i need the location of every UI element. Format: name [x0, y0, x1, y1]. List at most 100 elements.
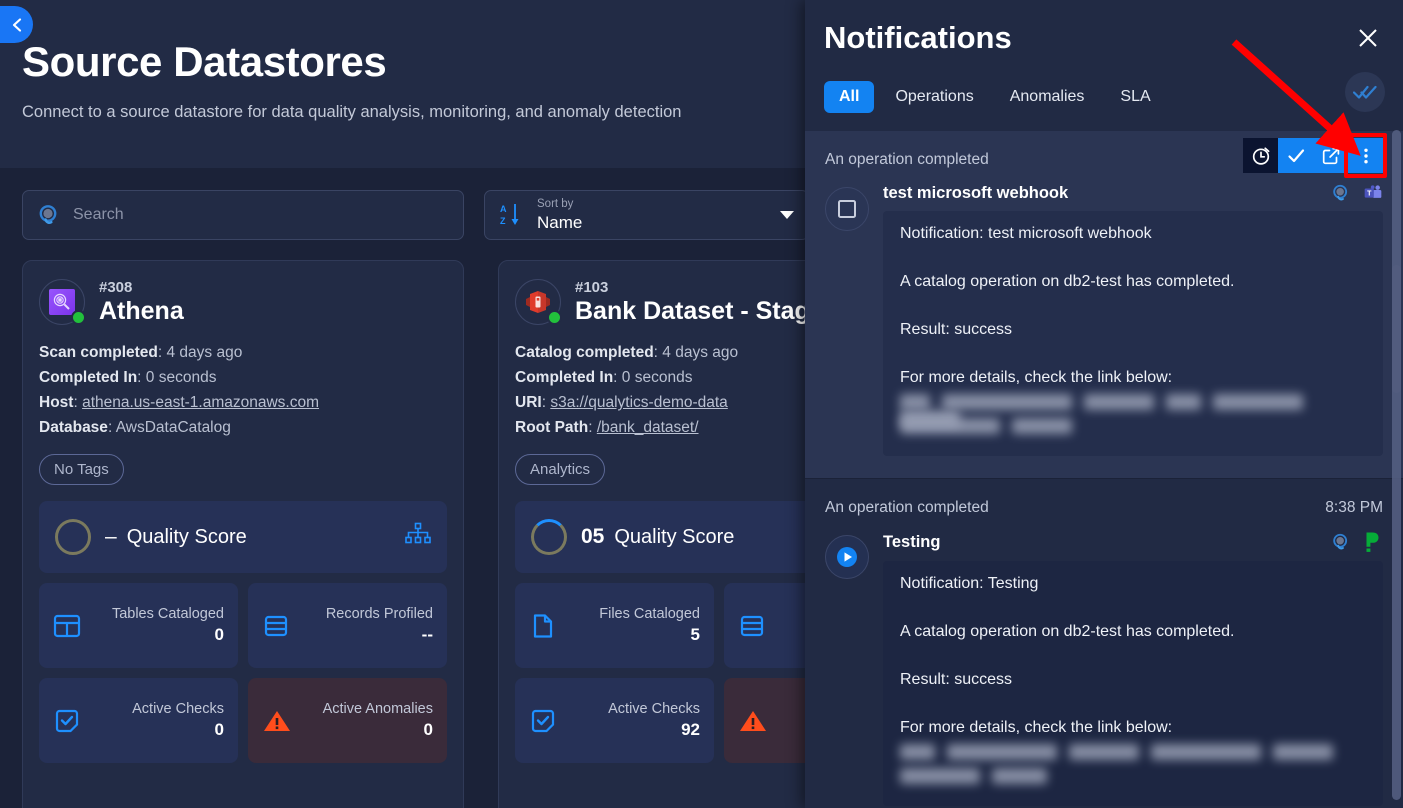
- page-scrollbar[interactable]: [1392, 130, 1401, 800]
- notification-item[interactable]: An operation completed test microsoft we…: [805, 131, 1403, 479]
- notification-avatar[interactable]: [825, 187, 869, 231]
- notification-body: Notification: Testing A catalog operatio…: [883, 561, 1383, 806]
- redacted-link: [900, 744, 1366, 762]
- notifications-list: An operation completed test microsoft we…: [805, 131, 1403, 808]
- search-input[interactable]: Search: [22, 190, 464, 240]
- quality-score-box[interactable]: – Quality Score: [39, 501, 447, 574]
- notification-line: A catalog operation on db2-test has comp…: [900, 623, 1235, 640]
- notification-actions: [1243, 133, 1387, 178]
- datastore-id: #308: [99, 279, 133, 296]
- notification-tabs: All Operations Anomalies SLA: [824, 81, 1166, 113]
- metric-label: Records Profiled: [325, 606, 433, 623]
- external-link-icon: [1322, 147, 1339, 164]
- svg-text:T: T: [1367, 190, 1372, 198]
- notification-kicker: An operation completed: [825, 499, 989, 516]
- mark-read-button[interactable]: [1278, 138, 1313, 173]
- notification-avatar[interactable]: [825, 535, 869, 579]
- root-path-link[interactable]: /bank_dataset/: [597, 419, 699, 436]
- metric-tables-cataloged[interactable]: Tables Cataloged 0: [39, 583, 238, 669]
- meta-value: 4 days ago: [166, 344, 243, 361]
- notification-line: Result: success: [900, 321, 1013, 338]
- qualytics-icon: [1333, 533, 1348, 550]
- snooze-button[interactable]: [1243, 138, 1278, 173]
- metric-value: 5: [690, 625, 700, 645]
- lineage-tree-icon[interactable]: [405, 523, 431, 552]
- notification-line: A catalog operation on db2-test has comp…: [900, 273, 1235, 290]
- double-check-icon: [1353, 85, 1377, 99]
- meta-row: Completed In: 0 seconds: [39, 369, 217, 387]
- tab-all[interactable]: All: [824, 81, 875, 113]
- close-button[interactable]: [1355, 25, 1381, 51]
- meta-value: 0 seconds: [145, 369, 217, 387]
- page-subtitle: Connect to a source datastore for data q…: [22, 103, 682, 121]
- open-external-button[interactable]: [1313, 138, 1348, 173]
- kebab-menu-icon: [1363, 148, 1368, 163]
- metric-files-cataloged[interactable]: Files Cataloged 5: [515, 583, 714, 669]
- datastore-name: Athena: [99, 297, 184, 325]
- tab-sla[interactable]: SLA: [1105, 81, 1165, 113]
- meta-label: Completed In: [515, 369, 614, 387]
- warning-icon: [264, 710, 290, 731]
- chevron-down-icon[interactable]: [780, 211, 794, 219]
- mark-all-read-button[interactable]: [1345, 72, 1385, 112]
- qualytics-search-icon: [39, 205, 57, 225]
- svg-text:A: A: [500, 204, 507, 214]
- metric-active-anomalies[interactable]: Active Anomalies 0: [248, 678, 447, 764]
- play-circle-icon: [837, 547, 857, 567]
- notification-kicker: An operation completed: [825, 151, 989, 168]
- clock-icon: [1252, 146, 1269, 165]
- tab-anomalies[interactable]: Anomalies: [995, 81, 1100, 113]
- notification-line: Notification: Testing: [900, 575, 1039, 592]
- qualytics-icon: [1333, 184, 1348, 201]
- host-link[interactable]: athena.us-east-1.amazonaws.com: [82, 394, 319, 411]
- file-icon: [533, 614, 553, 638]
- notification-title: Testing: [883, 532, 941, 551]
- tag-chip[interactable]: Analytics: [515, 454, 606, 486]
- tag-chip[interactable]: No Tags: [39, 454, 124, 486]
- notification-item[interactable]: An operation completed 8:38 PM Testing N…: [805, 479, 1403, 808]
- notification-line: Notification: test microsoft webhook: [900, 225, 1152, 242]
- datastore-card[interactable]: #308 Athena Scan completed: 4 days ago C…: [22, 260, 464, 808]
- notification-headline: Testing: [883, 531, 1383, 553]
- notification-line: For more details, check the link below:: [900, 369, 1173, 386]
- notification-row: test microsoft webhook T Notification: t…: [825, 183, 1383, 456]
- notification-top: An operation completed 8:38 PM: [825, 495, 1383, 521]
- uri-link[interactable]: s3a://qualytics-demo-data: [550, 394, 727, 411]
- notification-row: Testing Notification: Testing A catalog …: [825, 531, 1383, 806]
- sort-by-value: Name: [537, 212, 583, 232]
- meta-row: Database: AwsDataCatalog: [39, 419, 231, 437]
- status-dot: [71, 310, 86, 325]
- avatar: [515, 279, 562, 325]
- metric-value: 0: [423, 720, 433, 740]
- notification-time: 8:38 PM: [1325, 499, 1383, 516]
- notification-line: For more details, check the link below:: [900, 719, 1173, 736]
- metrics-grid: Tables Cataloged 0 Records Profiled -- A…: [39, 583, 447, 764]
- metric-records-profiled[interactable]: Records Profiled --: [248, 583, 447, 669]
- notification-line: Result: success: [900, 671, 1013, 688]
- checks-icon: [55, 709, 79, 733]
- metric-value: 0: [214, 720, 224, 740]
- meta-label: Root Path: [515, 419, 589, 437]
- metric-active-checks[interactable]: Active Checks 0: [39, 678, 238, 764]
- square-icon: [838, 200, 856, 218]
- meta-value: AwsDataCatalog: [115, 419, 231, 437]
- notification-main: test microsoft webhook T Notification: t…: [883, 183, 1383, 456]
- datastore-header: #308 Athena: [39, 279, 447, 326]
- more-options-button[interactable]: [1344, 133, 1387, 178]
- chevron-left-icon: [12, 17, 21, 32]
- meta-row: Host: athena.us-east-1.amazonaws.com: [39, 394, 320, 412]
- check-icon: [1287, 148, 1304, 162]
- warning-icon: [740, 710, 766, 731]
- metric-active-checks[interactable]: Active Checks 92: [515, 678, 714, 764]
- sort-by-select[interactable]: A Z Sort by Name: [484, 190, 809, 240]
- datastore-card-list: #308 Athena Scan completed: 4 days ago C…: [22, 260, 940, 808]
- records-icon: [740, 615, 764, 637]
- redacted-link: [900, 768, 1366, 786]
- notification-body: Notification: test microsoft webhook A c…: [883, 211, 1383, 456]
- notification-channels: [1331, 531, 1383, 553]
- quality-score-value: 05: [581, 525, 605, 549]
- tables-icon: [53, 614, 81, 638]
- records-icon: [264, 615, 288, 637]
- tab-operations[interactable]: Operations: [880, 81, 988, 113]
- metric-label: Active Anomalies: [322, 701, 433, 718]
